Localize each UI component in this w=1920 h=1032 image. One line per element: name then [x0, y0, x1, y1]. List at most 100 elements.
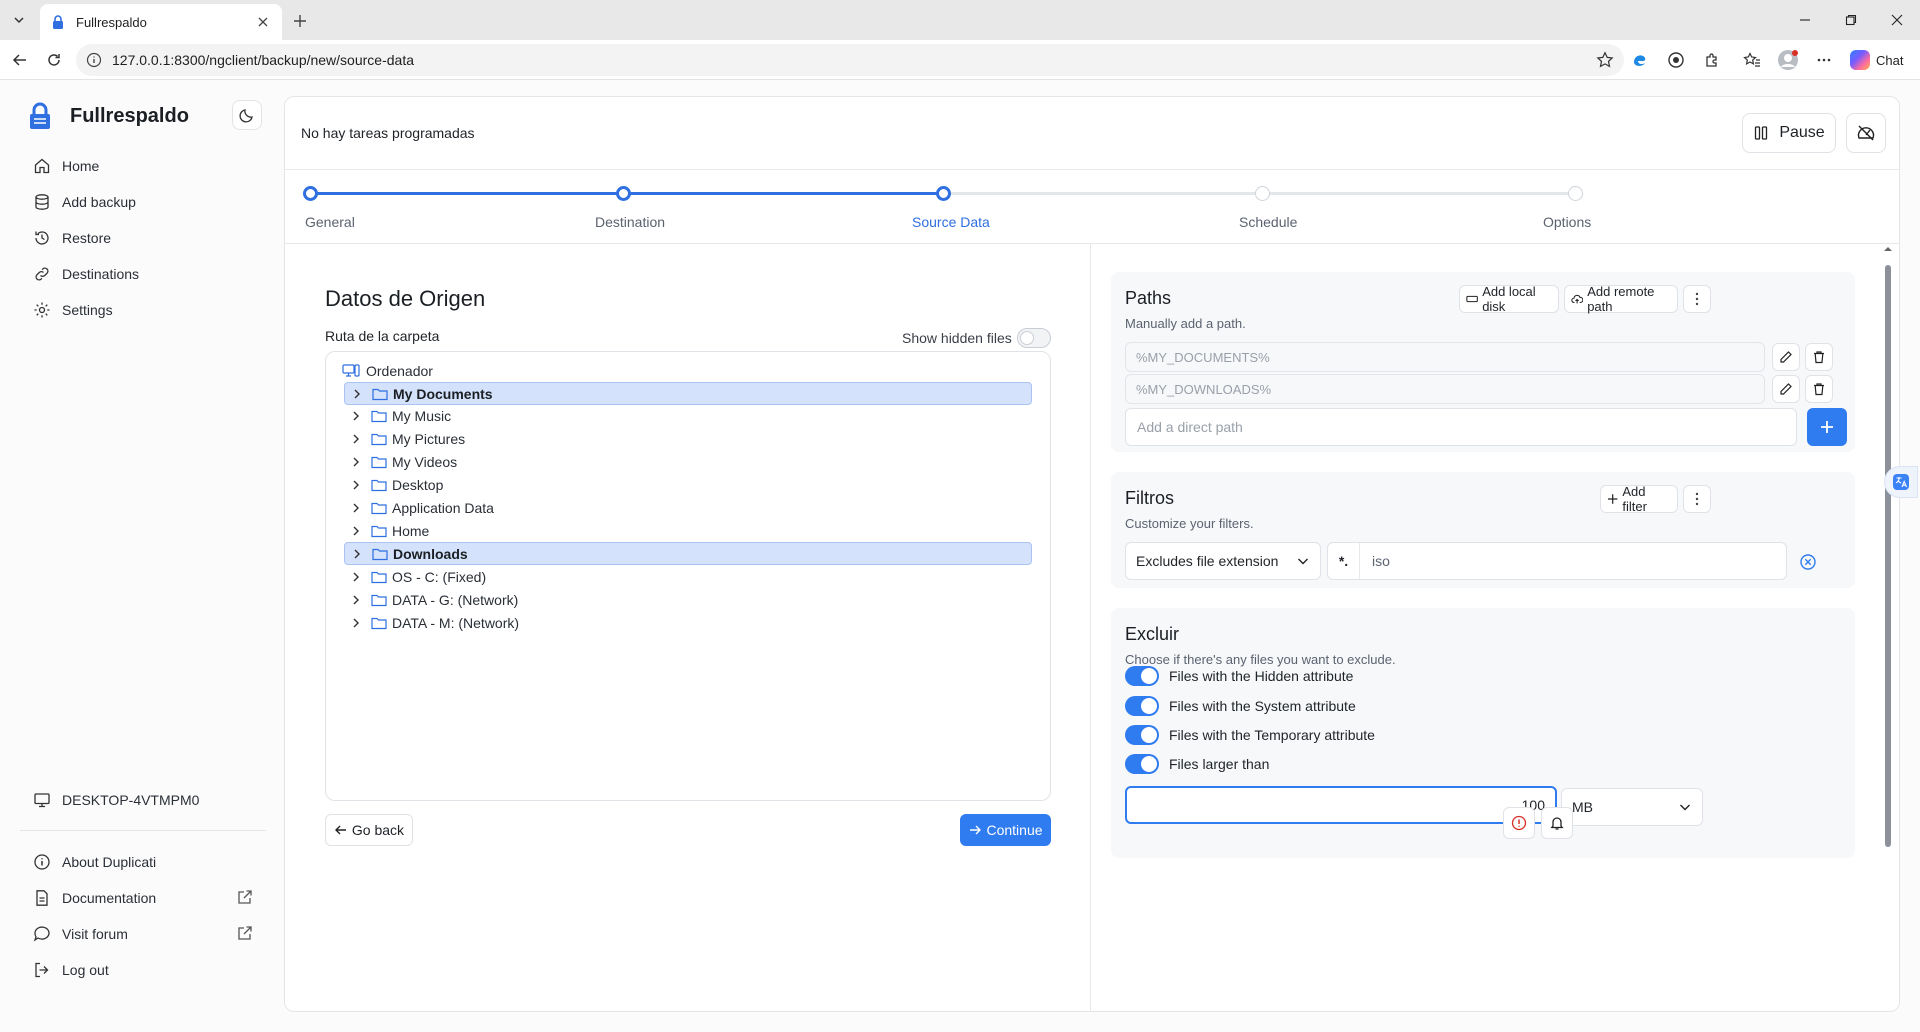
extension-circle-icon[interactable] — [1664, 48, 1688, 72]
sidebar-item-add-backup[interactable]: Add backup — [32, 190, 136, 214]
tree-item[interactable]: My Music — [344, 405, 1032, 428]
step-dot-general[interactable] — [303, 186, 318, 201]
more-options-icon[interactable] — [1812, 48, 1836, 72]
reload-button[interactable] — [42, 48, 66, 72]
tree-item[interactable]: DATA - G: (Network) — [344, 588, 1032, 611]
favorite-star-icon[interactable] — [1596, 51, 1614, 69]
exclude-hidden-row[interactable]: Files with the Hidden attribute — [1125, 666, 1353, 686]
chevron-right-icon[interactable] — [346, 525, 366, 537]
close-window-button[interactable] — [1874, 0, 1920, 40]
edit-path-button[interactable] — [1772, 343, 1800, 371]
sidebar-item-settings[interactable]: Settings — [32, 298, 113, 322]
tree-item[interactable]: Desktop — [344, 474, 1032, 497]
scrollbar-thumb[interactable] — [1885, 265, 1891, 847]
size-limit-input[interactable]: 100 — [1125, 786, 1557, 824]
go-back-button[interactable]: Go back — [325, 814, 413, 846]
sidebar-item-home[interactable]: Home — [32, 154, 99, 178]
tree-item[interactable]: My Videos — [344, 451, 1032, 474]
tree-item[interactable]: Downloads — [344, 542, 1032, 566]
copilot-chat-button[interactable]: Chat — [1842, 46, 1914, 74]
chevron-right-icon[interactable] — [346, 433, 366, 445]
paths-more-button[interactable] — [1683, 285, 1711, 313]
chevron-right-icon[interactable] — [347, 388, 367, 400]
exclude-temporary-toggle[interactable] — [1125, 725, 1159, 745]
step-dot-options[interactable] — [1568, 186, 1583, 201]
sidebar-item-forum[interactable]: Visit forum — [32, 922, 264, 946]
sidebar-item-restore[interactable]: Restore — [32, 226, 111, 250]
continue-button[interactable]: Continue — [960, 814, 1051, 846]
add-filter-button[interactable]: Add filter — [1600, 484, 1678, 514]
tree-item[interactable]: DATA - M: (Network) — [344, 611, 1032, 634]
chevron-right-icon[interactable] — [346, 617, 366, 629]
path-entry[interactable]: %MY_DOCUMENTS% — [1125, 342, 1765, 372]
add-path-button[interactable] — [1807, 408, 1847, 446]
new-tab-button[interactable] — [288, 9, 312, 33]
step-dot-schedule[interactable] — [1255, 186, 1270, 201]
exclude-system-row[interactable]: Files with the System attribute — [1125, 696, 1356, 716]
throttle-button[interactable] — [1846, 113, 1886, 153]
restore-button[interactable] — [1828, 0, 1874, 40]
sidebar-item-destinations[interactable]: Destinations — [32, 262, 139, 286]
error-log-button[interactable] — [1503, 807, 1535, 839]
delete-path-button[interactable] — [1805, 375, 1833, 403]
step-dot-source-data[interactable] — [936, 186, 951, 201]
chevron-right-icon[interactable] — [346, 456, 366, 468]
show-hidden-toggle[interactable] — [1017, 328, 1051, 348]
edge-extension-icon[interactable] — [1628, 48, 1652, 72]
step-source-data[interactable]: Source Data — [912, 214, 990, 230]
step-general[interactable]: General — [305, 214, 355, 230]
step-destination[interactable]: Destination — [595, 214, 665, 230]
tree-root[interactable]: Ordenador — [342, 361, 433, 381]
tree-item[interactable]: Home — [344, 519, 1032, 542]
exclude-hidden-toggle[interactable] — [1125, 666, 1159, 686]
chevron-right-icon[interactable] — [346, 479, 366, 491]
translate-float-button[interactable] — [1884, 466, 1918, 498]
tree-item[interactable]: My Documents — [344, 382, 1032, 405]
sidebar-item-documentation[interactable]: Documentation — [32, 886, 264, 910]
exclude-temporary-row[interactable]: Files with the Temporary attribute — [1125, 725, 1375, 745]
theme-toggle-button[interactable] — [232, 100, 262, 130]
edit-path-button[interactable] — [1772, 375, 1800, 403]
minimize-button[interactable] — [1782, 0, 1828, 40]
exclude-size-toggle[interactable] — [1125, 754, 1159, 774]
tab-list-button[interactable] — [6, 8, 32, 32]
chevron-right-icon[interactable] — [346, 594, 366, 606]
back-nav-button[interactable] — [8, 48, 32, 72]
size-unit-select[interactable]: MB — [1561, 788, 1703, 826]
tree-item[interactable]: Application Data — [344, 497, 1032, 520]
filters-more-button[interactable] — [1683, 485, 1711, 513]
filter-type-select[interactable]: Excludes file extension — [1125, 542, 1321, 580]
close-tab-icon[interactable] — [254, 13, 272, 31]
chevron-right-icon[interactable] — [347, 548, 367, 560]
folder-icon — [371, 501, 387, 515]
site-info-icon[interactable] — [86, 52, 102, 68]
tree-item[interactable]: OS - C: (Fixed) — [344, 565, 1032, 588]
step-schedule[interactable]: Schedule — [1239, 214, 1297, 230]
exclude-size-row[interactable]: Files larger than — [1125, 754, 1269, 774]
url-field[interactable]: 127.0.0.1:8300/ngclient/backup/new/sourc… — [76, 44, 1624, 76]
chevron-right-icon[interactable] — [346, 410, 366, 422]
notifications-button[interactable] — [1541, 807, 1573, 839]
add-local-disk-button[interactable]: Add local disk — [1459, 284, 1559, 314]
direct-path-input[interactable]: Add a direct path — [1125, 408, 1797, 446]
delete-path-button[interactable] — [1805, 343, 1833, 371]
right-scrollbar[interactable] — [1883, 245, 1893, 865]
profile-avatar-icon[interactable] — [1776, 48, 1800, 72]
step-options[interactable]: Options — [1543, 214, 1591, 230]
sidebar-item-about[interactable]: About Duplicati — [32, 850, 156, 874]
extensions-puzzle-icon[interactable] — [1700, 48, 1724, 72]
path-entry[interactable]: %MY_DOWNLOADS% — [1125, 374, 1765, 404]
sidebar-item-logout[interactable]: Log out — [32, 958, 109, 982]
add-remote-path-button[interactable]: Add remote path — [1564, 284, 1678, 314]
remove-filter-icon[interactable] — [1799, 553, 1817, 571]
chevron-right-icon[interactable] — [346, 571, 366, 583]
favorites-icon[interactable] — [1740, 48, 1764, 72]
filter-extension-input[interactable]: *. iso — [1327, 542, 1787, 580]
step-dot-destination[interactable] — [616, 186, 631, 201]
pause-button[interactable]: Pause — [1742, 113, 1836, 153]
exclude-system-toggle[interactable] — [1125, 696, 1159, 716]
chevron-right-icon[interactable] — [346, 502, 366, 514]
scroll-up-icon[interactable] — [1883, 245, 1893, 253]
browser-tab[interactable]: Fullrespaldo — [40, 4, 282, 40]
tree-item[interactable]: My Pictures — [344, 428, 1032, 451]
